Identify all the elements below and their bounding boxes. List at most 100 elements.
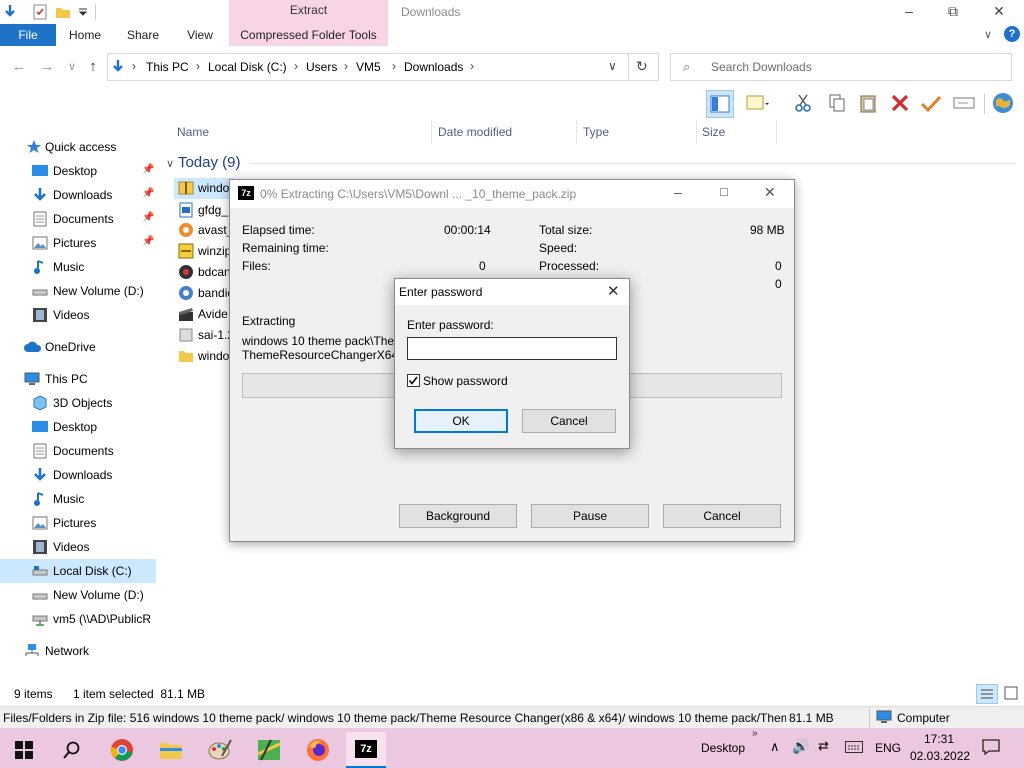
search-box[interactable]: ⌕ Search Downloads [670, 53, 1012, 81]
show-password-checkbox[interactable] [407, 374, 420, 387]
rename-icon[interactable] [951, 90, 977, 116]
dialog-close-button[interactable]: ✕ [764, 184, 776, 201]
recent-locations-icon[interactable]: ∨ [63, 58, 81, 76]
delete-icon[interactable] [887, 90, 913, 116]
nav-item-onedrive[interactable]: OneDrive [0, 335, 156, 359]
paste-icon[interactable] [855, 90, 881, 116]
file-row[interactable]: bdcan [174, 262, 234, 283]
file-row[interactable]: sai-1.2 [174, 325, 234, 346]
minimize-button[interactable]: – [886, 0, 932, 24]
nav-item-vm5-share[interactable]: vm5 (\\AD\PublicR [0, 607, 156, 631]
expand-ribbon-icon[interactable]: ∨ [984, 28, 992, 41]
breadcrumb-vm5[interactable]: VM5 [356, 60, 381, 74]
nav-item-videos-pc[interactable]: Videos [0, 535, 156, 559]
nav-item-pictures-pc[interactable]: Pictures [0, 511, 156, 535]
new-folder-icon[interactable] [55, 4, 71, 20]
file-row[interactable]: windo [174, 178, 234, 199]
group-header[interactable]: ∨ Today (9) [166, 154, 241, 171]
pin-icon[interactable]: 📌 [142, 188, 154, 199]
tab-home[interactable]: Home [60, 24, 110, 46]
pause-button[interactable]: Pause [531, 504, 649, 528]
column-header-date-modified[interactable]: Date modified [438, 125, 512, 139]
back-arrow-icon[interactable]: ← [10, 58, 28, 76]
up-arrow-icon[interactable]: ↑ [84, 58, 102, 76]
file-row[interactable]: gfdg_ [174, 200, 234, 221]
chrome-icon[interactable] [102, 732, 142, 768]
nav-item-3d-objects[interactable]: 3D Objects [0, 391, 156, 415]
address-bar[interactable]: › This PC › Local Disk (C:) › Users › VM… [107, 53, 659, 81]
password-input[interactable] [407, 337, 617, 360]
breadcrumb-downloads[interactable]: Downloads [404, 60, 463, 74]
dialog-minimize-button[interactable]: – [674, 184, 682, 200]
notifications-icon[interactable] [982, 739, 1000, 756]
cut-icon[interactable] [790, 90, 816, 116]
pin-icon[interactable]: 📌 [142, 164, 154, 175]
dialog-maximize-button[interactable]: □ [720, 184, 728, 199]
nav-item-pictures[interactable]: Pictures 📌 [0, 231, 156, 255]
nav-item-music-pc[interactable]: Music [0, 487, 156, 511]
column-header-type[interactable]: Type [583, 125, 609, 139]
column-header-name[interactable]: Name [177, 125, 209, 139]
large-icons-view-icon[interactable] [1002, 684, 1020, 702]
checkmark-icon[interactable] [918, 90, 944, 116]
breadcrumb-this-pc[interactable]: This PC [146, 60, 189, 74]
nav-item-quick-access[interactable]: Quick access [0, 135, 156, 159]
search-input[interactable]: Search Downloads [711, 60, 812, 74]
forward-arrow-icon[interactable]: → [38, 58, 56, 76]
copy-icon[interactable] [824, 90, 850, 116]
show-password-label[interactable]: Show password [423, 374, 508, 388]
tab-view[interactable]: View [176, 24, 224, 46]
file-row[interactable]: avast_ [174, 220, 234, 241]
start-button[interactable] [4, 732, 44, 768]
nav-item-downloads-pc[interactable]: Downloads [0, 463, 156, 487]
nav-item-desktop-pc[interactable]: Desktop [0, 415, 156, 439]
password-dialog-close-button[interactable]: ✕ [607, 282, 620, 300]
download-arrow-icon[interactable] [2, 4, 18, 20]
password-cancel-button[interactable]: Cancel [522, 409, 616, 433]
clock-time[interactable]: 17:31 [924, 732, 954, 746]
nav-item-music[interactable]: Music [0, 255, 156, 279]
file-row[interactable]: Avide [174, 304, 234, 325]
background-button[interactable]: Background [399, 504, 517, 528]
show-hidden-icons-icon[interactable]: ∧ [770, 739, 780, 755]
preview-pane-icon[interactable] [706, 90, 734, 118]
column-header-size[interactable]: Size [702, 125, 725, 139]
network-status-icon[interactable]: ⇄ [818, 738, 829, 754]
firefox-icon[interactable] [298, 732, 338, 768]
breadcrumb-users[interactable]: Users [306, 60, 337, 74]
clock-date[interactable]: 02.03.2022 [910, 749, 970, 763]
maps-icon[interactable] [249, 732, 289, 768]
nav-item-local-disk-c[interactable]: Local Disk (C:) [0, 559, 156, 583]
nav-item-videos[interactable]: Videos [0, 303, 156, 327]
file-row[interactable]: bandic [174, 283, 234, 304]
ok-button[interactable]: OK [414, 409, 508, 433]
touch-keyboard-icon[interactable] [845, 741, 863, 753]
address-history-dropdown-icon[interactable]: ∨ [608, 59, 617, 73]
tab-compressed-folder-tools[interactable]: Compressed Folder Tools [229, 24, 388, 46]
properties-icon[interactable] [32, 4, 48, 20]
pin-icon[interactable]: 📌 [142, 236, 154, 247]
pin-icon[interactable]: 📌 [142, 212, 154, 223]
file-row[interactable]: windo [174, 346, 234, 367]
view-options-icon[interactable] [744, 90, 770, 116]
file-explorer-icon[interactable] [151, 732, 191, 768]
close-button[interactable]: ✕ [976, 0, 1022, 24]
tab-share[interactable]: Share [118, 24, 168, 46]
maximize-button[interactable]: ⧉ [930, 0, 976, 24]
volume-icon[interactable]: 🔊 [792, 738, 809, 755]
details-view-icon[interactable] [976, 684, 998, 704]
paint-icon[interactable] [200, 732, 240, 768]
7zip-icon[interactable]: 7z [346, 732, 386, 768]
customize-quick-access-icon[interactable] [75, 4, 91, 20]
tab-file[interactable]: File [0, 24, 56, 46]
nav-item-new-volume-d[interactable]: New Volume (D:) [0, 279, 156, 303]
nav-item-network[interactable]: Network [0, 639, 156, 663]
cancel-button[interactable]: Cancel [663, 504, 781, 528]
file-row[interactable]: winzip [174, 241, 234, 262]
input-language[interactable]: ENG [875, 741, 901, 755]
breadcrumb-local-disk[interactable]: Local Disk (C:) [208, 60, 287, 74]
refresh-icon[interactable]: ↻ [636, 58, 648, 75]
search-icon[interactable] [52, 732, 92, 768]
desktop-toolbar-label[interactable]: Desktop [701, 741, 745, 755]
nav-item-documents[interactable]: Documents 📌 [0, 207, 156, 231]
